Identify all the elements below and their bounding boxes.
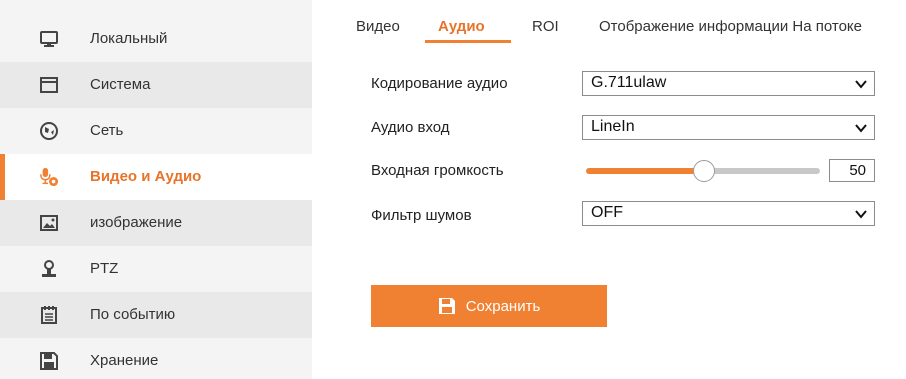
audio-input-select[interactable]: LineIn	[582, 115, 875, 140]
volume-slider-thumb[interactable]	[693, 160, 715, 182]
sidebar-item-label: Сеть	[90, 122, 124, 139]
sidebar: Локальный Система Сеть Видео и Аудио изо…	[0, 0, 312, 379]
sidebar-item-local[interactable]: Локальный	[0, 16, 312, 62]
sidebar-item-system[interactable]: Система	[0, 62, 312, 108]
volume-slider-track[interactable]	[704, 168, 820, 174]
noise-filter-value: OFF	[591, 204, 623, 221]
sidebar-item-network[interactable]: Сеть	[0, 108, 312, 154]
save-button-label: Сохранить	[465, 297, 541, 315]
ptz-icon	[39, 259, 59, 279]
noise-filter-select[interactable]: OFF	[582, 201, 875, 226]
audio-input-label: Аудио вход	[371, 119, 450, 136]
audio-encoding-value: G.711ulaw	[591, 74, 667, 91]
microphone-camera-icon	[39, 167, 59, 187]
calendar-icon	[39, 305, 59, 325]
floppy-icon	[39, 351, 59, 371]
globe-icon	[39, 121, 59, 141]
tab-bar: Видео Аудио ROI Отображение информации Н…	[312, 0, 906, 46]
sidebar-item-label: По событию	[90, 306, 176, 323]
monitor-icon	[39, 29, 59, 49]
active-tab-indicator	[425, 40, 511, 43]
sidebar-item-label: изображение	[90, 214, 183, 231]
sidebar-item-ptz[interactable]: PTZ	[0, 246, 312, 292]
volume-slider-fill	[586, 168, 706, 174]
chevron-down-icon	[855, 124, 867, 133]
volume-value-input[interactable]: 50	[829, 159, 875, 182]
sidebar-item-label: Система	[90, 76, 151, 93]
tab-stream-info[interactable]: Отображение информации На потоке	[599, 18, 862, 35]
tab-audio[interactable]: Аудио	[438, 18, 485, 35]
chevron-down-icon	[855, 80, 867, 89]
save-button[interactable]: Сохранить	[371, 285, 607, 327]
image-icon	[39, 213, 59, 233]
chevron-down-icon	[855, 210, 867, 219]
sidebar-item-image[interactable]: изображение	[0, 200, 312, 246]
audio-encoding-label: Кодирование аудио	[371, 75, 508, 92]
audio-input-value: LineIn	[591, 118, 635, 135]
tab-video[interactable]: Видео	[356, 18, 400, 35]
save-icon	[438, 298, 455, 314]
window-icon	[39, 75, 59, 95]
tab-roi[interactable]: ROI	[532, 18, 559, 35]
sidebar-item-label: Локальный	[90, 30, 168, 47]
sidebar-item-label: Видео и Аудио	[90, 168, 202, 185]
input-volume-label: Входная громкость	[371, 162, 504, 179]
sidebar-item-event[interactable]: По событию	[0, 292, 312, 338]
audio-encoding-select[interactable]: G.711ulaw	[582, 71, 875, 96]
sidebar-item-label: PTZ	[90, 260, 119, 277]
sidebar-item-storage[interactable]: Хранение	[0, 338, 312, 379]
sidebar-item-video-audio[interactable]: Видео и Аудио	[0, 154, 312, 200]
sidebar-item-label: Хранение	[90, 352, 159, 369]
noise-filter-label: Фильтр шумов	[371, 207, 472, 224]
